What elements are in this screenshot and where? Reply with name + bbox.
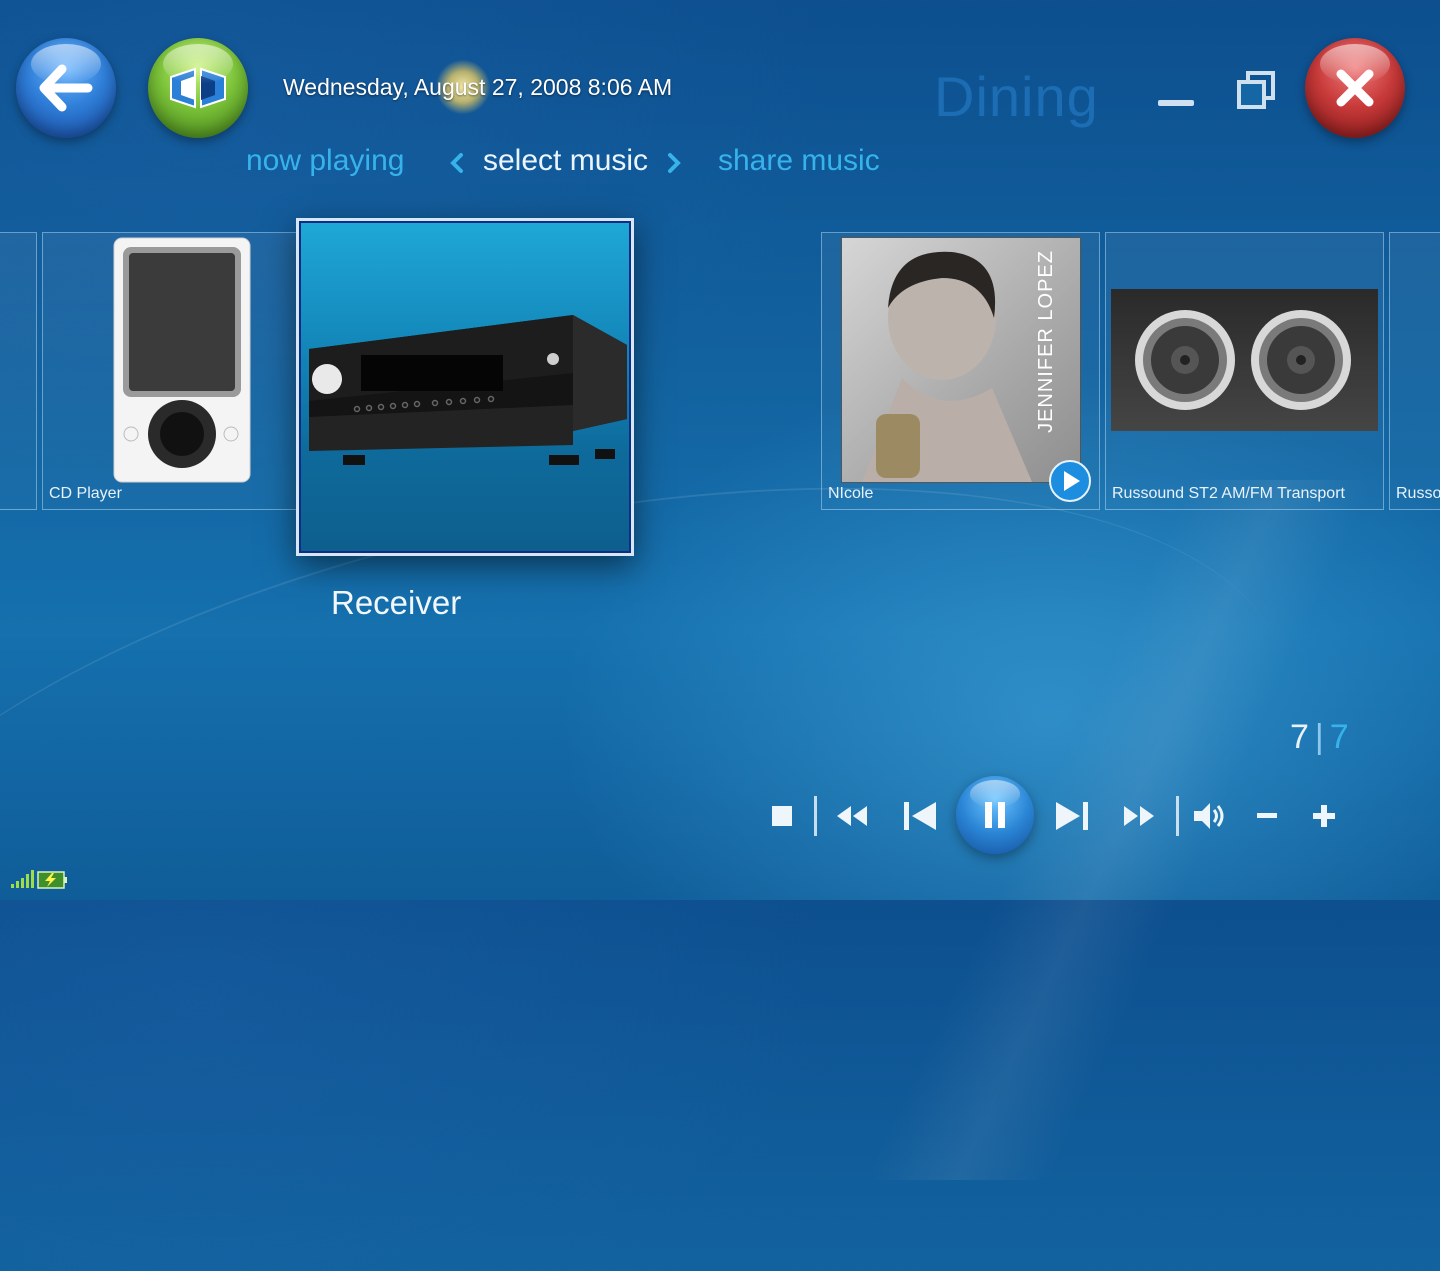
av-receiver-icon (309, 315, 627, 465)
volume-down-icon[interactable] (1256, 812, 1278, 820)
minimize-button[interactable] (1158, 100, 1194, 106)
status-tray (10, 868, 70, 896)
source-tile-receiver-selected[interactable] (296, 218, 634, 556)
home-button-gloss (163, 44, 233, 84)
source-tile-partial-right[interactable]: Russo (1389, 232, 1440, 510)
source-tile-russound-transport[interactable]: Russound ST2 AM/FM Transport (1105, 232, 1384, 510)
tile-label: CD Player (49, 485, 122, 502)
signal-battery-icon (11, 870, 67, 889)
play-overlay-icon[interactable] (1048, 459, 1092, 503)
tile-label: Russound ST2 AM/FM Transport (1112, 485, 1345, 502)
nav-now-playing[interactable]: now playing (246, 144, 404, 178)
chevron-left-icon[interactable] (447, 152, 469, 174)
close-button-gloss (1320, 44, 1390, 84)
transport-divider (1176, 796, 1179, 836)
tile-label: NIcole (828, 485, 874, 502)
pause-button[interactable] (956, 776, 1034, 854)
album-artist-text: JENNIFER LOPEZ (1035, 250, 1057, 433)
speaker-pair-icon (1111, 289, 1378, 431)
counter-separator: | (1314, 718, 1324, 756)
item-counter: 7 | 7 (1290, 718, 1349, 757)
volume-icon[interactable] (1192, 800, 1228, 832)
pause-icon (985, 802, 1005, 828)
previous-icon[interactable] (902, 800, 938, 832)
nav-select-music[interactable]: select music (483, 144, 648, 178)
speaker-graphic (1135, 310, 1351, 410)
close-button[interactable] (1305, 38, 1405, 138)
counter-total: 7 (1329, 718, 1349, 756)
next-icon[interactable] (1054, 800, 1090, 832)
nav-share-music[interactable]: share music (718, 144, 880, 178)
chevron-right-icon[interactable] (662, 152, 684, 174)
restore-button[interactable] (1236, 70, 1276, 110)
back-button[interactable] (16, 38, 116, 138)
stop-icon[interactable] (770, 804, 794, 828)
portable-player-icon (113, 237, 251, 483)
date-time: Wednesday, August 27, 2008 8:06 AM (283, 74, 673, 100)
volume-up-icon[interactable] (1312, 804, 1336, 828)
counter-current: 7 (1290, 718, 1309, 756)
back-button-gloss (31, 44, 101, 84)
tile-label: Russo (1396, 485, 1440, 502)
album-art: JENNIFER LOPEZ (841, 237, 1081, 483)
room-title: Dining (934, 65, 1099, 128)
fast-forward-icon[interactable] (1120, 802, 1156, 830)
selected-source-label: Receiver (331, 584, 462, 621)
source-tile-partial-left[interactable] (0, 232, 37, 510)
source-tile-cd-player[interactable]: CD Player (42, 232, 300, 510)
source-tile-nicole[interactable]: JENNIFER LOPEZ NIcole (821, 232, 1100, 510)
media-center-button[interactable] (148, 38, 248, 138)
transport-divider (814, 796, 817, 836)
rewind-icon[interactable] (835, 802, 871, 830)
